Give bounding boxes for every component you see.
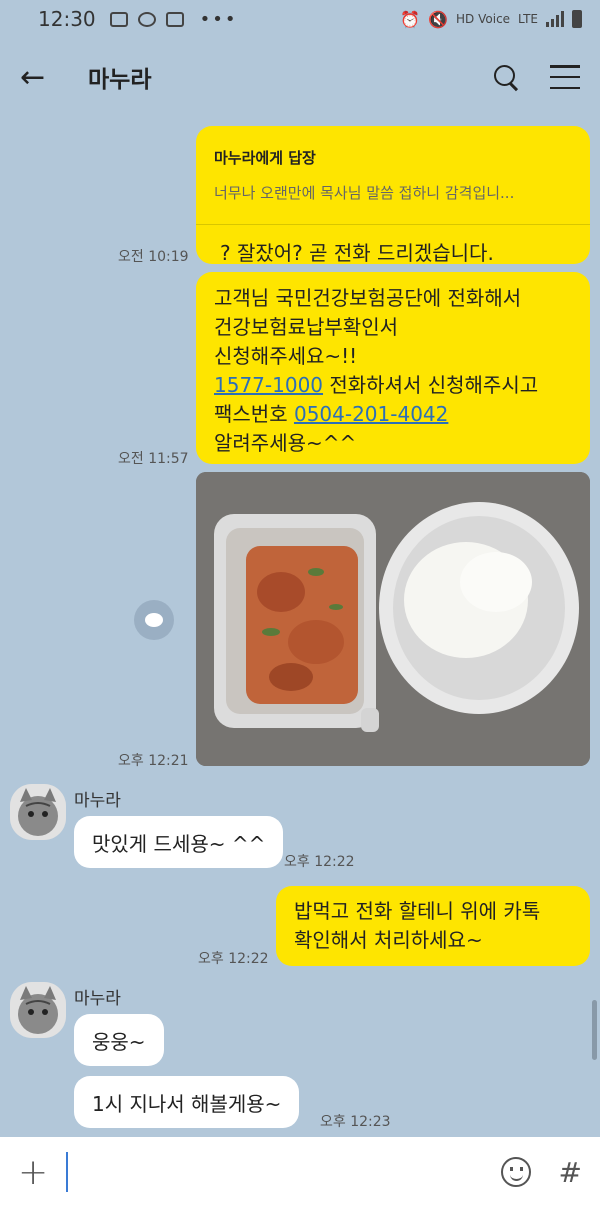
message-line: 건강보험료납부확인서 — [214, 315, 398, 339]
more-notifications-icon: ••• — [199, 8, 238, 30]
header-actions — [492, 63, 580, 91]
message-time: 오전 10:19 — [118, 249, 189, 265]
chat-title: 마누라 — [88, 67, 152, 93]
message-input[interactable] — [66, 1152, 485, 1192]
network-label: LTE — [518, 12, 538, 26]
voice-label: HD Voice — [456, 12, 511, 26]
voicemail-icon — [165, 11, 184, 27]
food-photo[interactable] — [196, 472, 590, 766]
message-time: 오후 12:22 — [284, 854, 355, 870]
fax-label: 팩스번호 — [214, 402, 294, 426]
phone-link[interactable]: 1577-1000 — [214, 373, 323, 397]
mute-icon: 🔇 — [428, 9, 449, 29]
message-time: 오후 12:22 — [198, 951, 269, 967]
cat-avatar-icon — [10, 784, 66, 840]
phone-suffix: 전화하셔서 신청해주시고 — [323, 373, 539, 397]
gallery-icon — [109, 11, 128, 27]
search-icon[interactable] — [492, 63, 520, 91]
message-bubble[interactable]: 맛있게 드세용~ ^^ — [74, 816, 284, 868]
message-line: 확인해서 처리하세요~ — [294, 928, 483, 952]
menu-icon[interactable] — [550, 65, 580, 89]
message-time: 오후 12:21 — [118, 753, 189, 769]
reply-message-bubble[interactable]: 마누라에게 답장 너무나 오랜만에 목사님 말씀 접하니 감격입니... ? 잘… — [196, 126, 590, 265]
message-line: 신청해주세요~!! — [214, 344, 358, 368]
message-time: 오후 12:23 — [320, 1114, 391, 1130]
food-photo-image — [196, 472, 590, 766]
message-text: ? 잘잤어? 곧 전화 드리겠습니다. — [220, 241, 494, 265]
message-bubble[interactable]: 1시 지나서 해볼게용~ — [74, 1076, 300, 1128]
battery-icon — [572, 10, 582, 28]
emoji-icon[interactable] — [500, 1157, 531, 1187]
cat-avatar-icon — [10, 982, 66, 1038]
message-line: 밥먹고 전화 할테니 위에 카톡 — [294, 899, 541, 923]
reply-to-label: 마누라에게 답장 — [214, 149, 316, 167]
message-line: 1577-1000 전화하셔서 신청해주시고 — [214, 371, 572, 400]
message-bubble[interactable]: 고객님 국민건강보험공단에 전화해서 건강보험료납부확인서 신청해주세요~!! … — [196, 272, 590, 464]
avatar[interactable] — [10, 784, 66, 840]
message-input-bar: + # — [0, 1137, 600, 1207]
arrow-left-icon[interactable]: ← — [20, 60, 64, 95]
sender-name: 마누라 — [74, 989, 121, 1009]
hash-icon[interactable]: # — [559, 1156, 582, 1189]
chat-header: ← 마누라 — [0, 38, 600, 116]
message-line: 고객님 국민건강보험공단에 전화해서 — [214, 286, 522, 310]
status-time: 12:30 — [38, 7, 96, 31]
status-bar: 12:30 ••• ⏰ 🔇 HD Voice LTE — [0, 0, 600, 38]
message-time: 오전 11:57 — [118, 451, 189, 467]
plus-icon[interactable]: + — [18, 1152, 48, 1193]
scrollbar[interactable] — [592, 1000, 597, 1060]
message-line: 팩스번호 0504-201-4042 — [214, 400, 572, 429]
fax-link[interactable]: 0504-201-4042 — [294, 402, 448, 426]
message-line: 알려주세용~^^ — [214, 431, 357, 455]
sender-name: 마누라 — [74, 791, 121, 811]
reply-quote-text: 너무나 오랜만에 목사님 말씀 접하니 감격입니... — [214, 184, 515, 202]
share-icon[interactable] — [134, 600, 174, 640]
message-bubble[interactable]: 밥먹고 전화 할테니 위에 카톡 확인해서 처리하세요~ — [276, 886, 590, 966]
alarm-icon: ⏰ — [400, 9, 421, 29]
message-bubble[interactable]: 웅웅~ — [74, 1014, 164, 1066]
status-right: ⏰ 🔇 HD Voice LTE — [400, 10, 582, 29]
signal-icon — [546, 11, 564, 27]
avatar[interactable] — [10, 982, 66, 1038]
talk-icon — [137, 11, 156, 27]
